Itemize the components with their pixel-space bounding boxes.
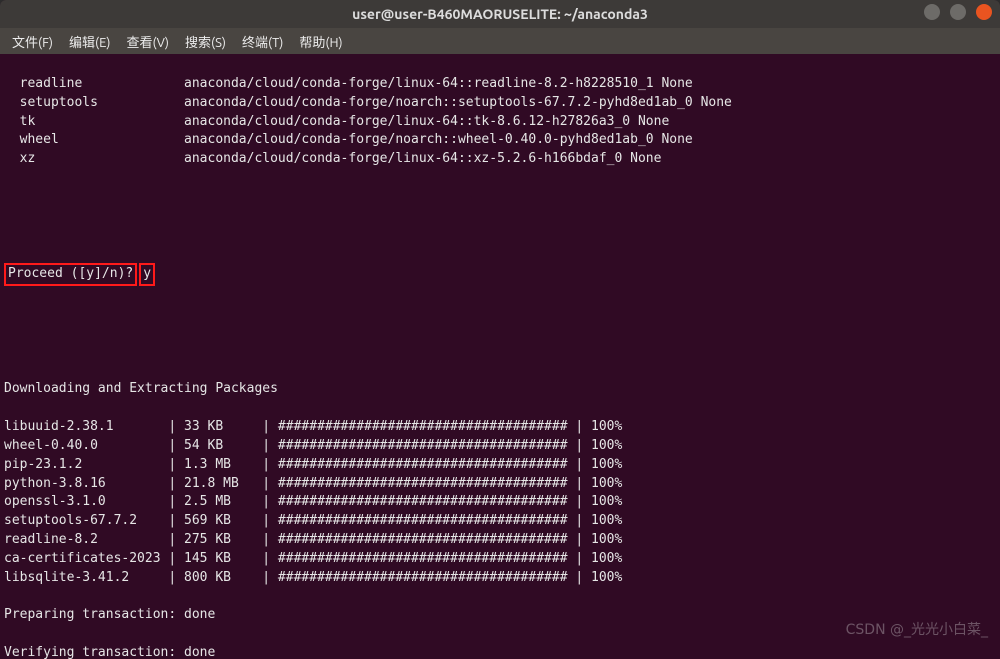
package-line: tk anaconda/cloud/conda-forge/linux-64::…: [4, 113, 996, 132]
download-row: python-3.8.16 | 21.8 MB | ##############…: [4, 475, 996, 494]
download-row: openssl-3.1.0 | 2.5 MB | ###############…: [4, 493, 996, 512]
minimize-icon[interactable]: [924, 4, 940, 20]
window-title: user@user-B460MAORUSELITE: ~/anaconda3: [352, 6, 648, 22]
download-row: pip-23.1.2 | 1.3 MB | ##################…: [4, 456, 996, 475]
terminal-body[interactable]: readline anaconda/cloud/conda-forge/linu…: [0, 54, 1000, 659]
download-row: libsqlite-3.41.2 | 800 KB | ############…: [4, 569, 996, 588]
close-icon[interactable]: [976, 4, 992, 20]
blank-line: [4, 305, 996, 324]
download-row: ca-certificates-2023 | 145 KB | ########…: [4, 550, 996, 569]
trans-verify: Verifying transaction: done: [4, 644, 996, 659]
blank-line: [4, 226, 996, 245]
terminal-window: user@user-B460MAORUSELITE: ~/anaconda3 文…: [0, 0, 1000, 659]
menu-file[interactable]: 文件(F): [6, 30, 59, 53]
menu-view[interactable]: 查看(V): [121, 30, 175, 53]
menu-terminal[interactable]: 终端(T): [236, 30, 289, 53]
menubar: 文件(F) 编辑(E) 查看(V) 搜索(S) 终端(T) 帮助(H): [0, 28, 1000, 54]
watermark: CSDN @_光光小白菜_: [846, 619, 988, 639]
package-line: wheel anaconda/cloud/conda-forge/noarch:…: [4, 131, 996, 150]
download-row: wheel-0.40.0 | 54 KB | #################…: [4, 437, 996, 456]
blank-line: [4, 343, 996, 362]
package-line: readline anaconda/cloud/conda-forge/linu…: [4, 75, 996, 94]
package-line: xz anaconda/cloud/conda-forge/linux-64::…: [4, 150, 996, 169]
blank-line: [4, 188, 996, 207]
menu-edit[interactable]: 编辑(E): [63, 30, 116, 53]
titlebar: user@user-B460MAORUSELITE: ~/anaconda3: [0, 0, 1000, 28]
proceed-line: Proceed ([y]/n)?y: [4, 263, 996, 286]
download-header: Downloading and Extracting Packages: [4, 380, 996, 399]
menu-search[interactable]: 搜索(S): [179, 30, 232, 53]
download-row: readline-8.2 | 275 KB | ################…: [4, 531, 996, 550]
window-controls: [924, 4, 992, 20]
download-list: libuuid-2.38.1 | 33 KB | ###############…: [4, 418, 996, 588]
maximize-icon[interactable]: [950, 4, 966, 20]
package-line: setuptools anaconda/cloud/conda-forge/no…: [4, 94, 996, 113]
download-row: libuuid-2.38.1 | 33 KB | ###############…: [4, 418, 996, 437]
proceed-prompt: Proceed ([y]/n)?: [4, 263, 137, 286]
menu-help[interactable]: 帮助(H): [293, 30, 348, 53]
package-list: readline anaconda/cloud/conda-forge/linu…: [4, 75, 996, 169]
download-row: setuptools-67.7.2 | 569 KB | ###########…: [4, 512, 996, 531]
proceed-answer: y: [139, 263, 155, 286]
